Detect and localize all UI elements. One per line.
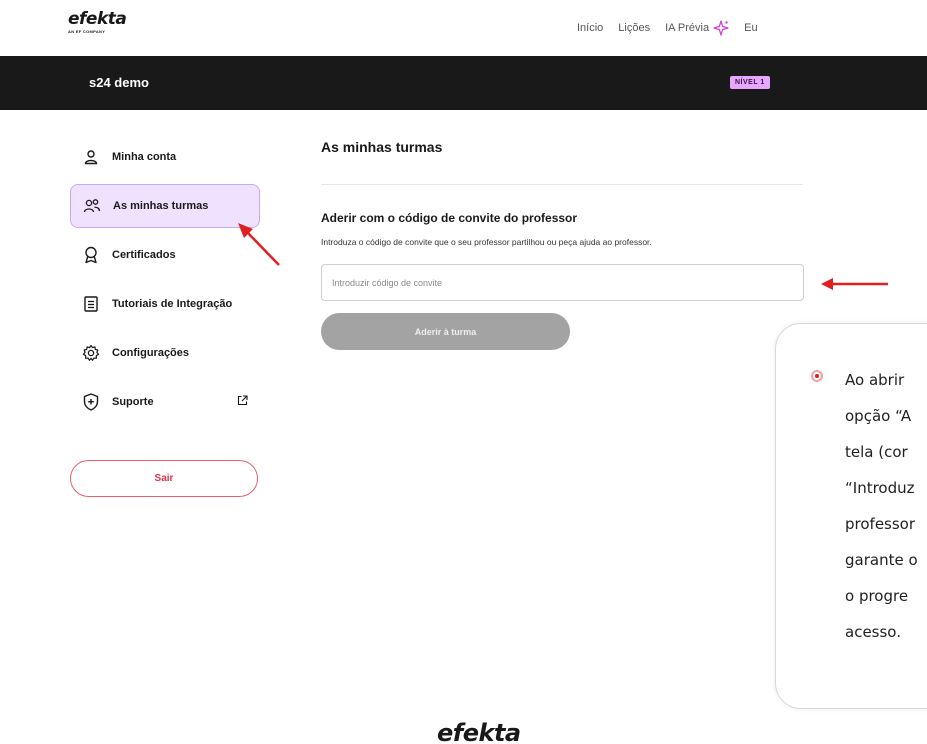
sidebar-item-suporte[interactable]: Suporte — [70, 380, 260, 424]
logout-button[interactable]: Sair — [70, 460, 258, 497]
course-name: s24 demo — [89, 75, 149, 90]
sidebar-item-label: Configurações — [112, 347, 190, 359]
bullet-icon — [811, 370, 823, 382]
footer-logo: efekta — [437, 719, 521, 744]
callout-line: professor — [845, 515, 916, 533]
sidebar-item-label: Suporte — [112, 396, 154, 408]
callout-text: Ao abrir opção “A tela (cor “Introduz pr… — [845, 362, 918, 650]
nav-ia-previa-label: IA Prévia — [665, 22, 710, 34]
top-nav: Início Lições IA Prévia Eu — [577, 20, 773, 36]
efekta-logo[interactable]: efekta AN EF COMPANY — [68, 9, 127, 34]
sparkle-icon — [713, 20, 729, 36]
nav-licoes[interactable]: Lições — [618, 22, 650, 34]
section-title: Aderir com o código de convite do profes… — [321, 211, 578, 225]
callout-line: “Introduz — [845, 479, 915, 497]
user-icon — [82, 148, 100, 166]
level-badge: NÍVEL 1 — [730, 76, 770, 89]
section-description: Introduza o código de convite que o seu … — [321, 237, 652, 247]
callout-line: opção “A — [845, 407, 912, 425]
document-icon — [82, 295, 100, 313]
callout-line: o progre — [845, 587, 909, 605]
divider — [321, 184, 803, 185]
sidebar-item-certificados[interactable]: Certificados — [70, 233, 260, 277]
nav-eu[interactable]: Eu — [744, 22, 757, 34]
sidebar: Minha conta As minhas turmas Certificado… — [70, 135, 260, 429]
callout-line: Ao abrir — [845, 371, 905, 389]
course-bar: s24 demo NÍVEL 1 — [0, 56, 927, 110]
invite-code-input[interactable] — [321, 264, 804, 301]
top-header: efekta AN EF COMPANY Início Lições IA Pr… — [0, 0, 927, 56]
gear-icon — [82, 344, 100, 362]
shield-plus-icon — [82, 393, 100, 411]
sidebar-item-label: Minha conta — [112, 151, 177, 163]
join-class-button[interactable]: Aderir à turma — [321, 313, 570, 350]
logo-tagline: AN EF COMPANY — [68, 29, 106, 34]
callout-line: acesso. — [845, 623, 901, 641]
callout-card: Ao abrir opção “A tela (cor “Introduz pr… — [775, 323, 927, 709]
callout-line: garante o — [845, 551, 918, 569]
sidebar-item-as-minhas-turmas[interactable]: As minhas turmas — [70, 184, 260, 228]
sidebar-item-configuracoes[interactable]: Configurações — [70, 331, 260, 375]
callout-line: tela (cor — [845, 443, 908, 461]
page-title: As minhas turmas — [321, 139, 443, 155]
sidebar-item-label: Tutoriais de Integração — [112, 298, 233, 310]
sidebar-item-tutoriais[interactable]: Tutoriais de Integração — [70, 282, 260, 326]
arrow-to-invite-input — [821, 278, 888, 290]
logo-wordmark: efekta — [68, 9, 127, 29]
users-icon — [83, 197, 101, 215]
sidebar-item-minha-conta[interactable]: Minha conta — [70, 135, 260, 179]
nav-inicio[interactable]: Início — [577, 22, 603, 34]
nav-ia-previa[interactable]: IA Prévia — [665, 20, 729, 36]
external-link-icon — [237, 395, 248, 406]
sidebar-item-label: As minhas turmas — [113, 200, 209, 212]
sidebar-item-label: Certificados — [112, 249, 176, 261]
award-icon — [82, 246, 100, 264]
